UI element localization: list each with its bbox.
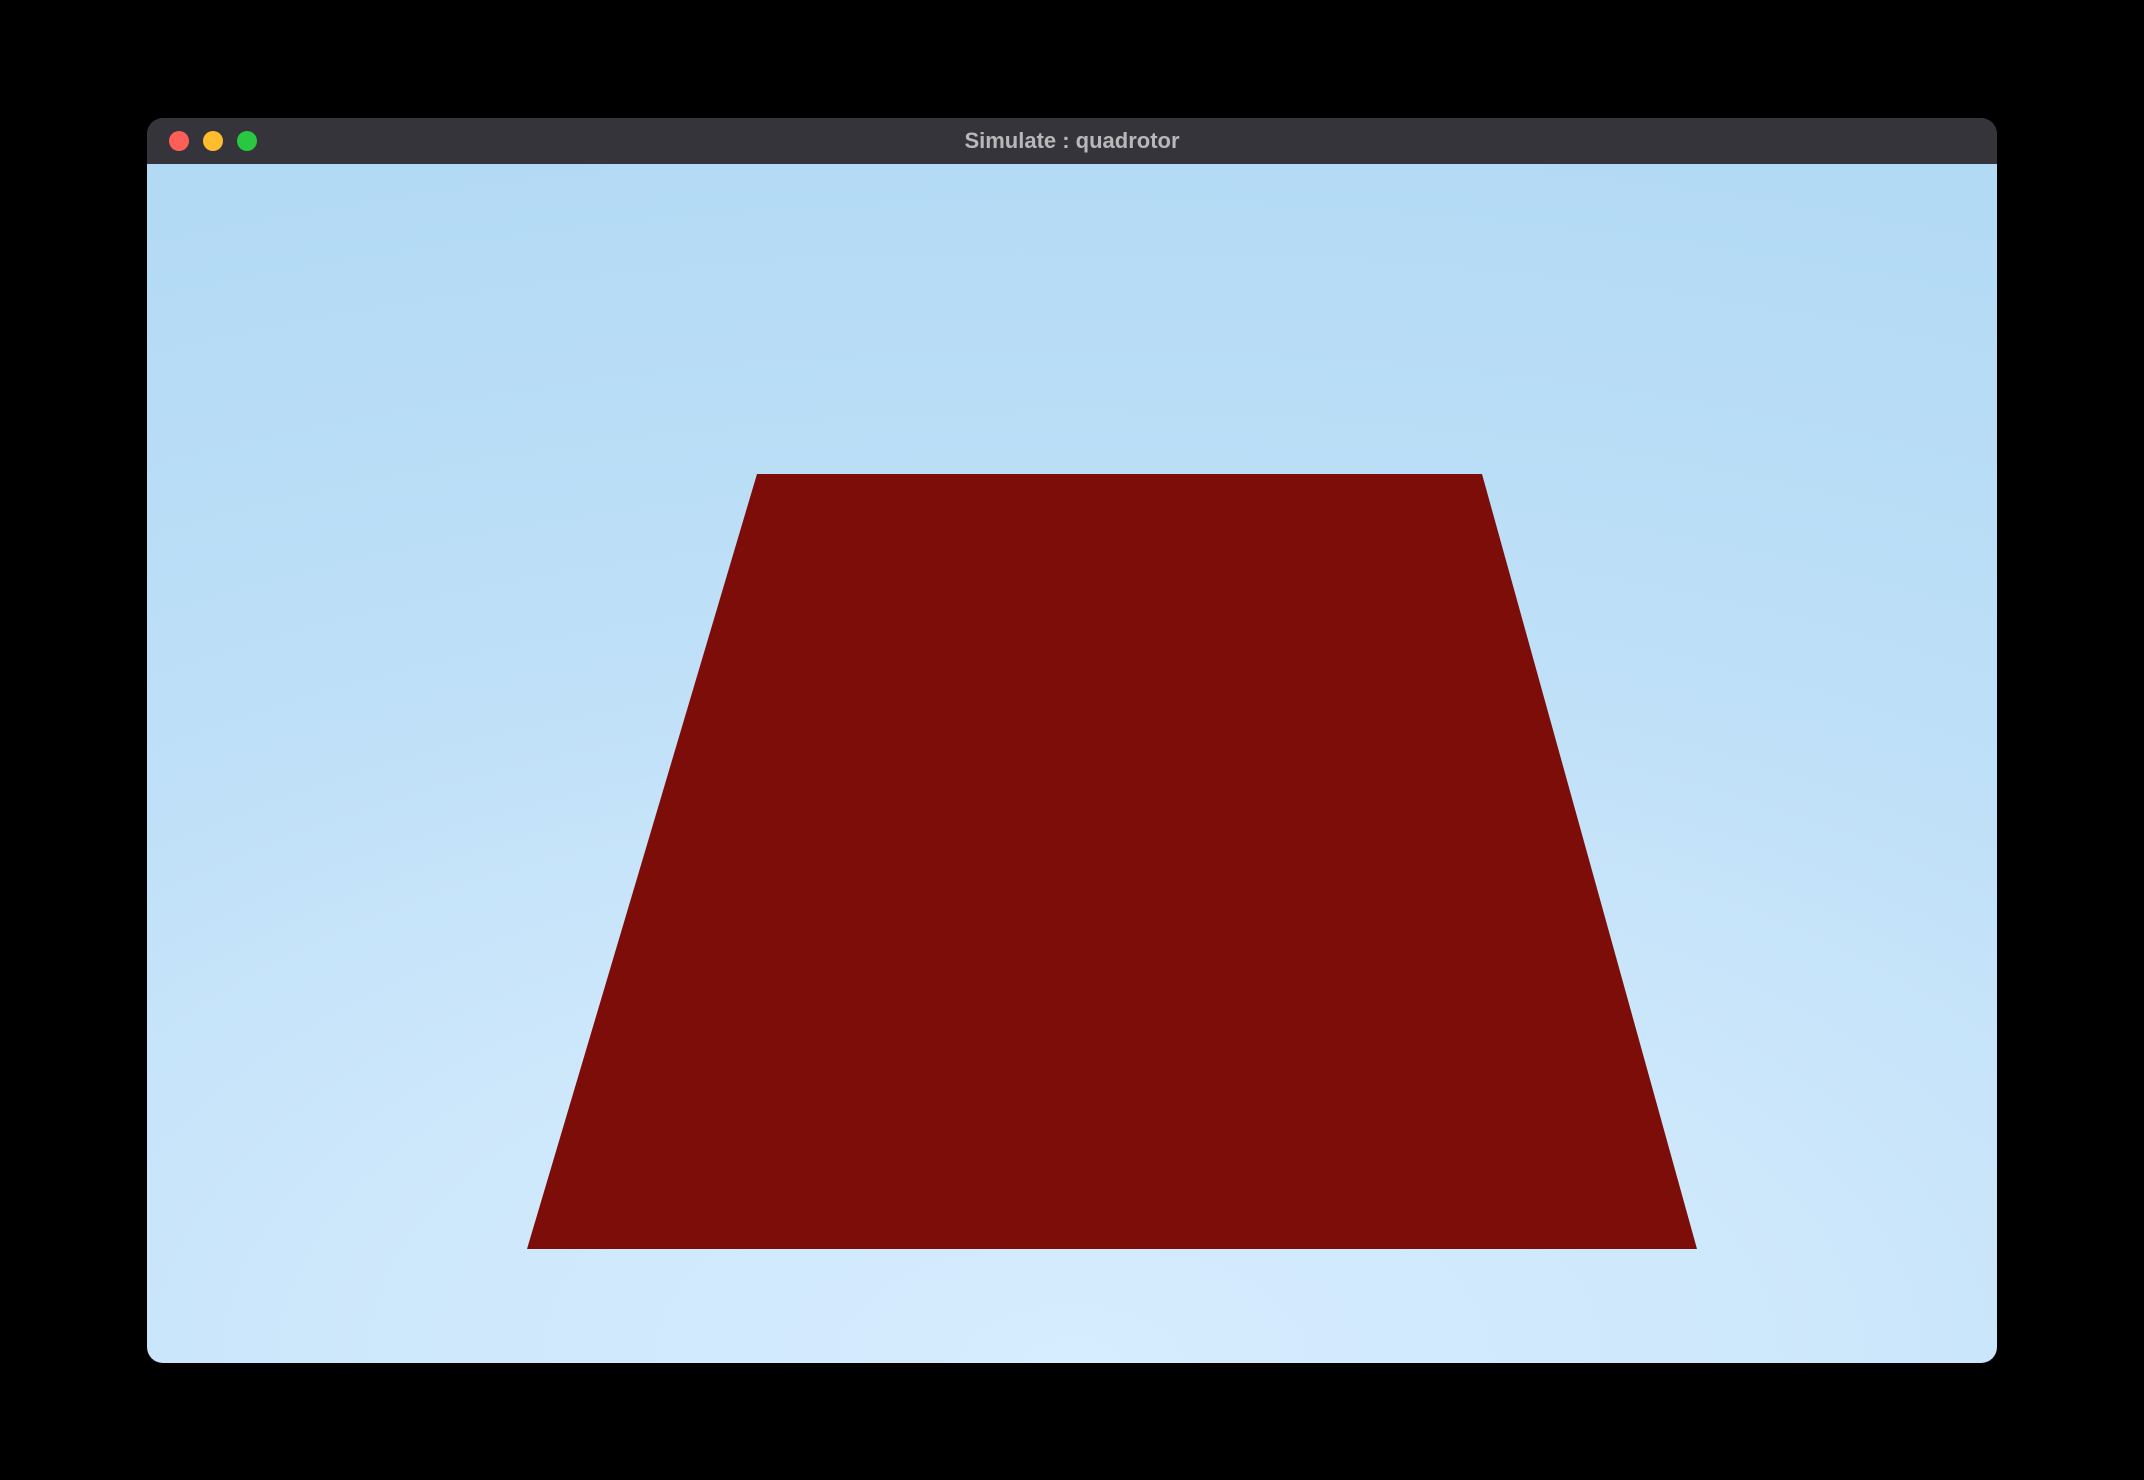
sim-viewport[interactable] [147,164,1997,1363]
traffic-lights [147,131,257,151]
ground-plane [527,474,1697,1249]
maximize-icon[interactable] [237,131,257,151]
minimize-icon[interactable] [203,131,223,151]
titlebar[interactable]: Simulate : quadrotor [147,118,1997,164]
close-icon[interactable] [169,131,189,151]
scene-canvas [147,164,1997,1363]
app-window: Simulate : quadrotor [147,118,1997,1363]
window-title: Simulate : quadrotor [147,128,1997,154]
